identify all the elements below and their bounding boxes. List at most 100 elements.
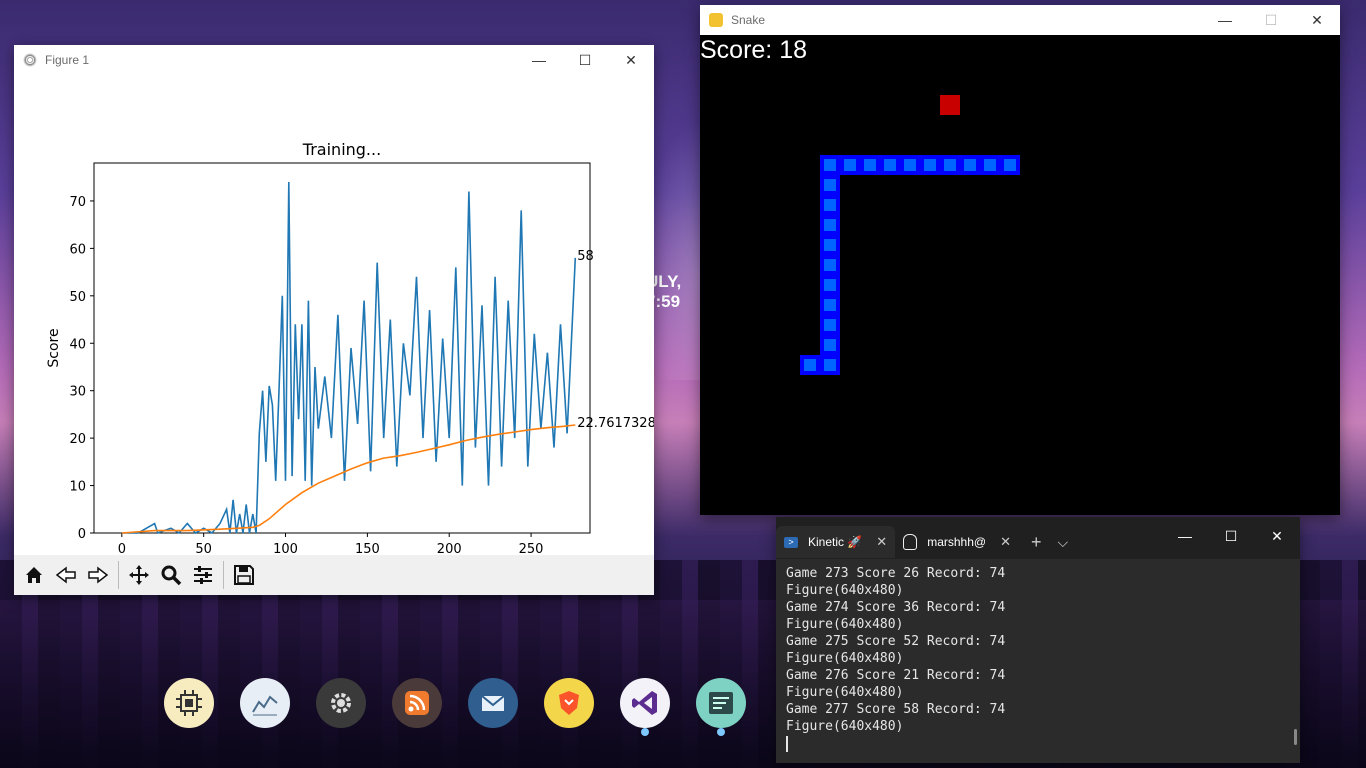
snake-segment bbox=[960, 155, 980, 175]
maximize-button[interactable]: ☐ bbox=[562, 45, 608, 75]
back-arrow-icon[interactable] bbox=[52, 561, 80, 589]
close-button[interactable]: ✕ bbox=[1294, 5, 1340, 35]
terminal-line: Game 275 Score 52 Record: 74 bbox=[786, 634, 1006, 649]
close-tab-icon[interactable]: ✕ bbox=[876, 534, 887, 550]
figure-window[interactable]: Figure 1 — ☐ ✕ Training...Number of Game… bbox=[14, 45, 654, 595]
plot-toolbar bbox=[14, 555, 654, 595]
terminal-icon[interactable] bbox=[696, 678, 746, 736]
text-cursor bbox=[786, 735, 788, 752]
linux-penguin-icon bbox=[903, 534, 918, 550]
brave-icon[interactable] bbox=[544, 678, 594, 728]
y-tick-label: 70 bbox=[69, 195, 86, 210]
snake-segment bbox=[820, 255, 840, 275]
zoom-icon[interactable] bbox=[157, 561, 185, 589]
terminal-line: Figure(640x480) bbox=[786, 719, 904, 734]
last-score-label: 58 bbox=[577, 249, 594, 264]
snake-window[interactable]: Snake — ☐ ✕ Score: 18 bbox=[700, 5, 1340, 515]
minimize-button[interactable]: — bbox=[1202, 5, 1248, 35]
terminal-window[interactable]: > Kinetic 🚀 ✕ marshhh@ ✕ + ⌵ — ☐ ✕ Game … bbox=[776, 517, 1300, 763]
toolbar-separator bbox=[223, 561, 224, 589]
running-indicator bbox=[641, 728, 649, 736]
snake-segment bbox=[920, 155, 940, 175]
terminal-line: Game 273 Score 26 Record: 74 bbox=[786, 566, 1006, 581]
snake-segment bbox=[800, 355, 820, 375]
matplotlib-icon bbox=[23, 53, 37, 67]
x-tick-label: 100 bbox=[273, 542, 298, 555]
home-icon[interactable] bbox=[20, 561, 48, 589]
terminal-line: Figure(640x480) bbox=[786, 685, 904, 700]
x-tick-label: 150 bbox=[355, 542, 380, 555]
y-tick-label: 60 bbox=[69, 242, 86, 257]
terminal-output[interactable]: Game 273 Score 26 Record: 74 Figure(640x4… bbox=[776, 559, 1300, 758]
snake-segment bbox=[820, 275, 840, 295]
x-tick-label: 200 bbox=[437, 542, 462, 555]
running-indicator bbox=[717, 728, 725, 736]
snake-segment bbox=[820, 195, 840, 215]
mail-icon[interactable] bbox=[468, 678, 518, 728]
chart-title: Training... bbox=[302, 140, 381, 159]
configure-subplots-icon[interactable] bbox=[189, 561, 217, 589]
close-tab-icon[interactable]: ✕ bbox=[1000, 534, 1011, 550]
x-tick-label: 50 bbox=[195, 542, 212, 555]
close-button[interactable]: ✕ bbox=[1254, 521, 1300, 551]
minimize-button[interactable]: — bbox=[516, 45, 562, 75]
snake-segment bbox=[820, 295, 840, 315]
tab-label: marshhh@ bbox=[927, 535, 987, 549]
chart-icon[interactable] bbox=[240, 678, 290, 728]
powershell-icon: > bbox=[784, 536, 798, 548]
snake-segment bbox=[820, 155, 840, 175]
snake-segment bbox=[820, 355, 840, 375]
training-chart: Training...Number of GamesScore050100150… bbox=[46, 140, 654, 555]
snake-segment bbox=[820, 175, 840, 195]
terminal-line: Game 274 Score 36 Record: 74 bbox=[786, 600, 1006, 615]
save-icon[interactable] bbox=[230, 561, 258, 589]
visual-studio-icon[interactable] bbox=[620, 678, 670, 736]
x-tick-label: 250 bbox=[519, 542, 544, 555]
y-axis-label: Score bbox=[46, 328, 62, 367]
terminal-line: Figure(640x480) bbox=[786, 651, 904, 666]
maximize-button[interactable]: ☐ bbox=[1248, 5, 1294, 35]
cpu-icon[interactable] bbox=[164, 678, 214, 728]
maximize-button[interactable]: ☐ bbox=[1208, 521, 1254, 551]
tab-marshhh[interactable]: marshhh@ ✕ bbox=[895, 526, 1019, 558]
minimize-button[interactable]: — bbox=[1162, 521, 1208, 551]
score-series-line bbox=[121, 181, 577, 535]
pygame-icon bbox=[709, 13, 723, 27]
close-button[interactable]: ✕ bbox=[608, 45, 654, 75]
snake-game-canvas[interactable]: Score: 18 bbox=[700, 35, 1340, 515]
terminal-line: Game 276 Score 21 Record: 74 bbox=[786, 668, 1006, 683]
tab-kinetic[interactable]: > Kinetic 🚀 ✕ bbox=[776, 526, 896, 558]
snake-titlebar[interactable]: Snake — ☐ ✕ bbox=[700, 5, 1340, 35]
terminal-scrollbar[interactable] bbox=[1294, 729, 1297, 745]
toolbar-separator bbox=[118, 561, 119, 589]
terminal-line: Figure(640x480) bbox=[786, 583, 904, 598]
y-tick-label: 20 bbox=[69, 432, 86, 447]
x-tick-label: 0 bbox=[118, 542, 126, 555]
snake-segment bbox=[860, 155, 880, 175]
forward-arrow-icon[interactable] bbox=[84, 561, 112, 589]
rss-icon[interactable] bbox=[392, 678, 442, 728]
snake-segment bbox=[1000, 155, 1020, 175]
snake-segment bbox=[820, 315, 840, 335]
terminal-line: Game 277 Score 58 Record: 74 bbox=[786, 702, 1006, 717]
prompt-line[interactable] bbox=[786, 735, 1290, 752]
tab-label: Kinetic 🚀 bbox=[808, 535, 863, 549]
snake-segment bbox=[820, 215, 840, 235]
plot-area: Training...Number of GamesScore050100150… bbox=[14, 75, 654, 555]
score-text: Score: 18 bbox=[700, 36, 808, 64]
mean-score-series-line bbox=[121, 424, 576, 534]
snake-segment bbox=[900, 155, 920, 175]
last-mean-label: 22.76173285 bbox=[577, 416, 654, 431]
terminal-tab-bar: > Kinetic 🚀 ✕ marshhh@ ✕ + ⌵ — ☐ ✕ bbox=[776, 517, 1300, 559]
snake-segment bbox=[840, 155, 860, 175]
tab-dropdown-button[interactable]: ⌵ bbox=[1054, 526, 1073, 558]
food-block bbox=[940, 95, 960, 115]
snake-segment bbox=[940, 155, 960, 175]
y-tick-label: 0 bbox=[78, 527, 86, 542]
figure-titlebar[interactable]: Figure 1 — ☐ ✕ bbox=[14, 45, 654, 75]
new-tab-button[interactable]: + bbox=[1019, 526, 1054, 558]
settings-icon[interactable] bbox=[316, 678, 366, 728]
snake-window-title: Snake bbox=[731, 13, 766, 27]
pan-icon[interactable] bbox=[125, 561, 153, 589]
y-tick-label: 30 bbox=[69, 385, 86, 400]
